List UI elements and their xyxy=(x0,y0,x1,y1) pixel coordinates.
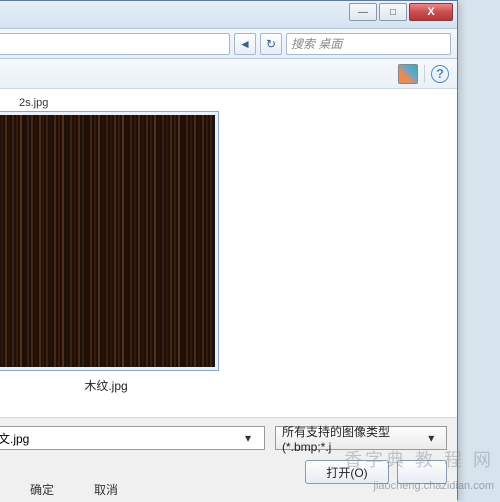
input-row: 文.jpg ▾ 所有支持的图像类型 (*.bmp;*.j ▾ xyxy=(0,426,447,450)
secondary-button[interactable] xyxy=(397,460,447,484)
close-button[interactable]: X xyxy=(409,3,453,21)
maximize-button[interactable]: □ xyxy=(379,3,407,21)
filename-field[interactable]: 文.jpg ▾ xyxy=(0,426,265,450)
filter-field[interactable]: 所有支持的图像类型 (*.bmp;*.j ▾ xyxy=(275,426,447,450)
chevron-down-icon[interactable]: ▾ xyxy=(423,431,440,445)
file-item-prev[interactable]: 2s.jpg xyxy=(19,97,447,109)
file-list-area[interactable]: 2s.jpg 木纹.jpg xyxy=(0,89,457,417)
refresh-button[interactable]: ↻ xyxy=(260,33,282,55)
window-buttons: — □ X xyxy=(349,3,453,21)
search-placeholder: 搜索 桌面 xyxy=(291,35,342,52)
open-button[interactable]: 打开(O) xyxy=(305,460,389,484)
file-item-selected[interactable]: 木纹.jpg xyxy=(0,111,221,394)
filter-value: 所有支持的图像类型 (*.bmp;*.j xyxy=(282,423,423,454)
toolbar-separator xyxy=(424,65,425,83)
back-button[interactable]: ◄ xyxy=(234,33,256,55)
thumbnail-frame xyxy=(0,111,219,371)
thumbnail-label: 木纹.jpg xyxy=(0,377,221,394)
file-dialog-window: — □ X ◄ ↻ 搜索 桌面 ? 2s.jpg xyxy=(0,0,458,500)
address-field[interactable] xyxy=(0,33,230,55)
address-bar: ◄ ↻ 搜索 桌面 xyxy=(0,29,457,59)
toolbar: ? xyxy=(0,59,457,89)
search-input[interactable]: 搜索 桌面 xyxy=(286,33,451,55)
help-icon[interactable]: ? xyxy=(431,65,449,83)
filename-value: 文.jpg xyxy=(0,430,29,447)
thumbnail-image xyxy=(0,115,215,367)
ok-button[interactable]: 确定 xyxy=(30,481,54,498)
parent-dialog-buttons: 确定 取消 xyxy=(30,481,118,498)
chevron-down-icon[interactable]: ▾ xyxy=(238,431,258,445)
minimize-button[interactable]: — xyxy=(349,3,377,21)
titlebar: — □ X xyxy=(0,1,457,29)
cancel-button[interactable]: 取消 xyxy=(94,481,118,498)
views-icon[interactable] xyxy=(398,64,418,84)
